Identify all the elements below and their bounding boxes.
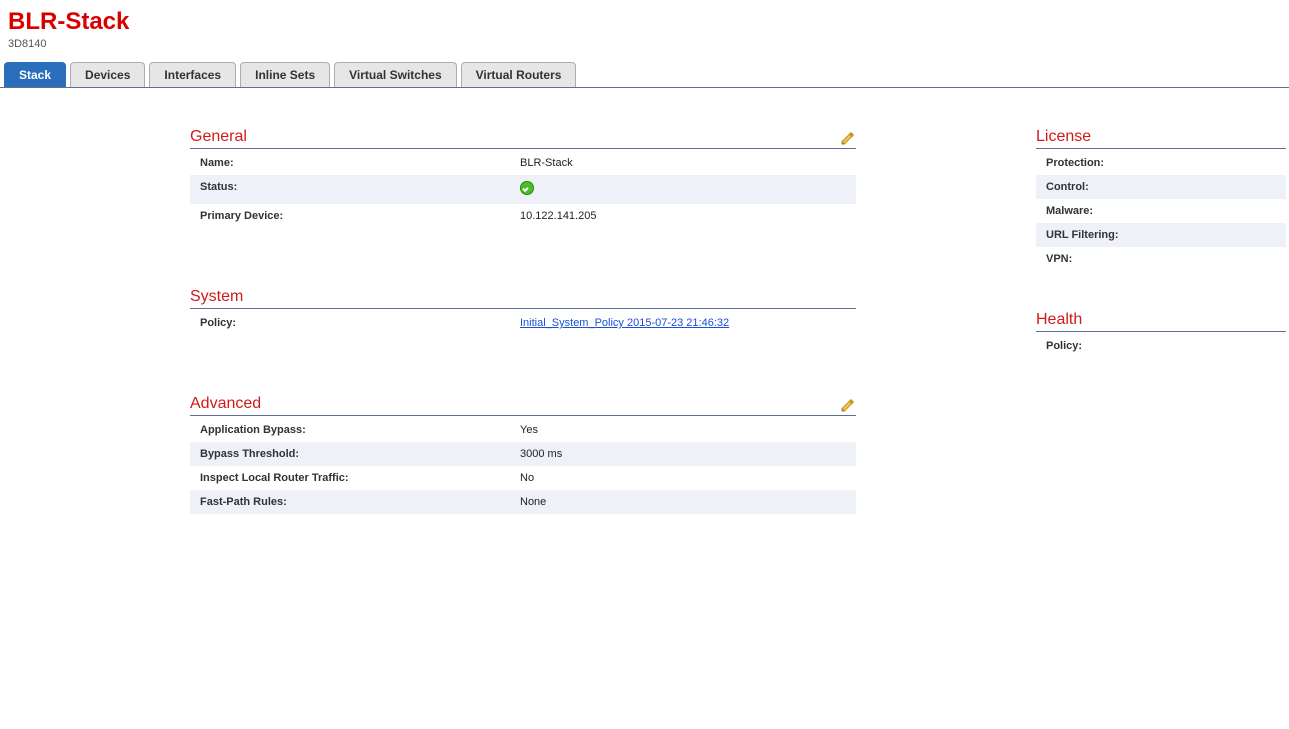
kv-row: Application Bypass:Yes (190, 418, 856, 442)
policy-link[interactable]: Initial_System_Policy 2015-07-23 21:46:3… (520, 317, 729, 329)
kv-value: 10.122.141.205 (520, 210, 846, 222)
side-row: Control: (1036, 175, 1286, 199)
pencil-icon (840, 397, 856, 413)
kv-value: 3000 ms (520, 448, 846, 460)
side-row: Protection: (1036, 151, 1286, 175)
tab-inline-sets[interactable]: Inline Sets (240, 62, 330, 87)
side-row: VPN: (1036, 247, 1286, 271)
tab-stack[interactable]: Stack (4, 62, 66, 87)
section-title-advanced: Advanced (190, 395, 840, 413)
pencil-icon (840, 130, 856, 146)
kv-key: Application Bypass: (200, 424, 520, 436)
device-model: 3D8140 (8, 38, 1281, 50)
kv-row: Status: (190, 175, 856, 204)
kv-row: Inspect Local Router Traffic:No (190, 466, 856, 490)
section-title-health: Health (1036, 311, 1286, 329)
kv-row: Fast-Path Rules:None (190, 490, 856, 514)
kv-row: Bypass Threshold:3000 ms (190, 442, 856, 466)
kv-row: Primary Device:10.122.141.205 (190, 204, 856, 228)
kv-value: Initial_System_Policy 2015-07-23 21:46:3… (520, 317, 846, 329)
kv-value (520, 181, 846, 198)
tab-virtual-switches[interactable]: Virtual Switches (334, 62, 456, 87)
page-title: BLR-Stack (8, 8, 1281, 36)
kv-value: None (520, 496, 846, 508)
kv-key: Fast-Path Rules: (200, 496, 520, 508)
kv-key: Primary Device: (200, 210, 520, 222)
side-row: Policy: (1036, 334, 1286, 358)
kv-value: No (520, 472, 846, 484)
status-ok-icon (520, 181, 534, 195)
kv-key: Status: (200, 181, 520, 198)
kv-key: Inspect Local Router Traffic: (200, 472, 520, 484)
edit-advanced-button[interactable] (840, 397, 856, 413)
tab-bar: StackDevicesInterfacesInline SetsVirtual… (0, 62, 1289, 88)
section-title-system: System (190, 288, 856, 306)
kv-row: Policy:Initial_System_Policy 2015-07-23 … (190, 311, 856, 335)
kv-row: Name:BLR-Stack (190, 151, 856, 175)
kv-key: Bypass Threshold: (200, 448, 520, 460)
section-title-license: License (1036, 128, 1286, 146)
side-row: Malware: (1036, 199, 1286, 223)
side-row: URL Filtering: (1036, 223, 1286, 247)
kv-key: Policy: (200, 317, 520, 329)
kv-key: Name: (200, 157, 520, 169)
tab-interfaces[interactable]: Interfaces (149, 62, 236, 87)
tab-devices[interactable]: Devices (70, 62, 145, 87)
tab-virtual-routers[interactable]: Virtual Routers (461, 62, 577, 87)
edit-general-button[interactable] (840, 130, 856, 146)
kv-value: BLR-Stack (520, 157, 846, 169)
kv-value: Yes (520, 424, 846, 436)
section-title-general: General (190, 128, 840, 146)
